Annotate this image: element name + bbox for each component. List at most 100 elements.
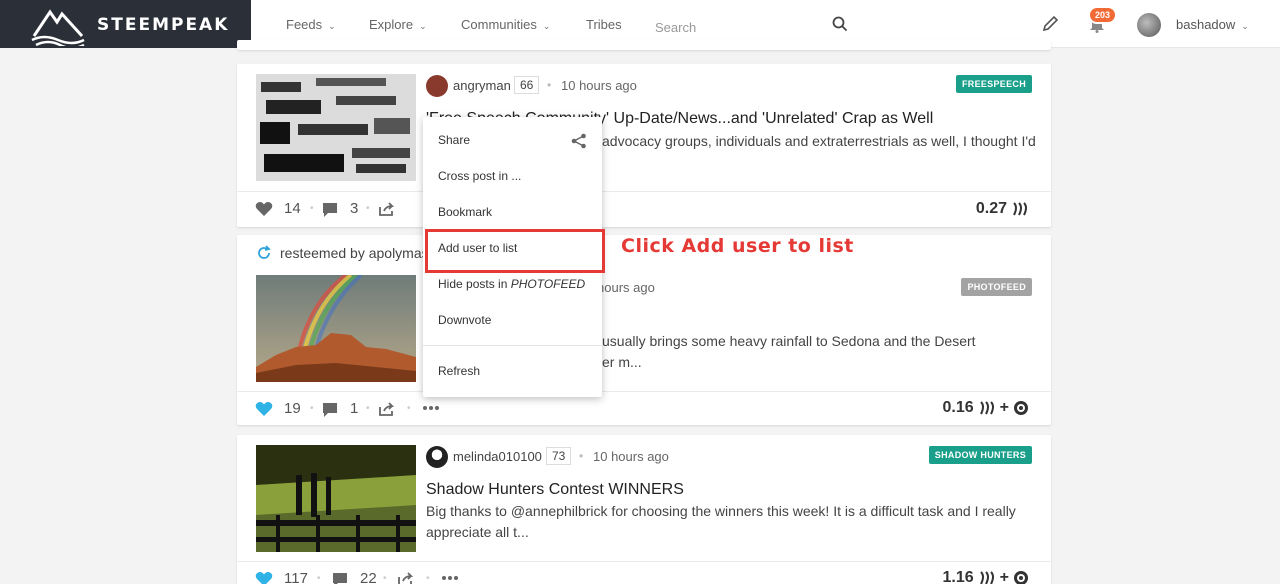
share-arrow-icon[interactable] (397, 571, 415, 584)
author-name[interactable]: melinda010100 (453, 449, 542, 464)
logo[interactable]: STEEMPEAK (0, 0, 251, 48)
payout-value: 1.16 (942, 569, 974, 584)
logo-text: STEEMPEAK (97, 15, 230, 35)
post-excerpt-continued[interactable]: er m... (602, 352, 1212, 373)
menu-item-label: Bookmark (438, 205, 493, 219)
tag-badge[interactable]: PHOTOFEED (961, 278, 1032, 296)
menu-item-label: Refresh (438, 364, 481, 378)
post-title[interactable]: Shadow Hunters Contest WINNERS (426, 481, 684, 499)
menu-item-share[interactable]: Share (423, 122, 602, 158)
separator-dot: • (310, 403, 314, 414)
highlight-box (425, 229, 605, 273)
post-excerpt[interactable]: usually brings some heavy rainfall to Se… (602, 331, 1212, 352)
instruction-annotation: Click Add user to list (621, 235, 854, 257)
post-thumbnail[interactable] (256, 74, 416, 181)
heart-icon[interactable] (255, 401, 273, 417)
nav-feeds[interactable]: Feeds ⌄ (286, 17, 336, 32)
chevron-down-icon: ⌄ (1241, 21, 1249, 31)
post-thumbnail[interactable] (256, 445, 416, 552)
divider (237, 191, 1051, 192)
menu-item-label: Share (438, 133, 471, 147)
comment-count: 22 (360, 570, 377, 584)
divider (237, 561, 1051, 562)
payout[interactable]: 0.16 + (943, 399, 1029, 417)
search-input[interactable] (655, 14, 825, 40)
chevron-down-icon: ⌄ (419, 21, 427, 31)
plus-sign: + (999, 569, 1009, 584)
separator-dot: • (310, 203, 314, 214)
nav-communities-label: Communities (461, 17, 537, 32)
reputation-badge: 73 (546, 447, 572, 465)
nav-tribes[interactable]: Tribes (586, 17, 622, 32)
nav-feeds-label: Feeds (286, 17, 323, 32)
post-excerpt[interactable]: advocacy groups, individuals and extrate… (602, 131, 1212, 152)
separator-dot: • (366, 203, 370, 214)
menu-item-cross-post[interactable]: Cross post in ... (423, 158, 602, 194)
comment-icon[interactable] (322, 202, 338, 218)
steem-icon (979, 401, 994, 415)
post-excerpt[interactable]: Big thanks to @annephilbrick for choosin… (426, 501, 1036, 543)
resteemed-by[interactable]: resteemed by apolymas (280, 245, 429, 261)
post-time: 10 hours ago (593, 449, 669, 464)
resteem-icon (258, 245, 271, 259)
like-count: 14 (284, 200, 301, 217)
search-icon[interactable] (832, 16, 848, 32)
menu-item-downvote[interactable]: Downvote (423, 302, 602, 338)
payout[interactable]: 0.27 (976, 200, 1029, 218)
more-options-icon[interactable] (423, 405, 439, 411)
menu-item-bookmark[interactable]: Bookmark (423, 194, 602, 230)
post-thumbnail[interactable] (256, 275, 416, 382)
post-time: hours ago (597, 280, 655, 295)
comment-icon[interactable] (332, 572, 348, 584)
author-name[interactable]: angryman (453, 78, 511, 93)
payout-value: 0.16 (942, 399, 974, 416)
menu-item-label: Downvote (438, 313, 492, 327)
mountain-logo-icon (31, 9, 85, 46)
comment-count: 3 (350, 200, 359, 217)
token-icon (1014, 571, 1028, 584)
resteem-line: resteemed by apolymas (256, 245, 429, 261)
tag-badge[interactable]: SHADOW HUNTERS (928, 446, 1032, 464)
separator-dot: • (579, 449, 584, 463)
tag-badge[interactable]: FREESPEECH (955, 75, 1032, 93)
post-time: 10 hours ago (561, 78, 637, 93)
comment-icon[interactable] (322, 402, 338, 418)
separator-dot: • (407, 403, 411, 414)
divider (237, 391, 1051, 392)
user-menu[interactable]: bashadow ⌄ (1176, 17, 1249, 32)
post-card: resteemed by apolymas hours ago PHOTOFEE… (237, 235, 1051, 425)
comment-count: 1 (350, 400, 359, 417)
avatar[interactable] (1137, 13, 1161, 37)
author-avatar[interactable] (426, 446, 448, 468)
username: bashadow (1176, 17, 1236, 32)
separator-dot: • (547, 78, 552, 92)
nav-explore-label: Explore (369, 17, 414, 32)
pencil-icon[interactable] (1041, 15, 1059, 33)
post-card-previous (237, 40, 1051, 50)
reputation-badge: 66 (514, 76, 540, 94)
like-count: 19 (284, 400, 301, 417)
menu-divider (423, 345, 602, 346)
separator-dot: • (366, 403, 370, 414)
steem-icon (1013, 202, 1027, 216)
separator-dot: • (383, 573, 387, 584)
share-arrow-icon[interactable] (378, 201, 396, 217)
menu-item-tag: PHOTOFEED (510, 277, 586, 291)
payout[interactable]: 1.16 + (943, 569, 1029, 584)
heart-icon[interactable] (255, 571, 273, 584)
menu-item-refresh[interactable]: Refresh (423, 353, 602, 389)
nav-tribes-label: Tribes (586, 17, 622, 32)
post-card: melinda010100 73 • 10 hours ago SHADOW H… (237, 435, 1051, 584)
notification-badge: 203 (1088, 6, 1118, 24)
share-arrow-icon[interactable] (378, 401, 396, 417)
heart-icon[interactable] (255, 201, 273, 217)
nav-explore[interactable]: Explore ⌄ (369, 17, 427, 32)
separator-dot: • (317, 573, 321, 584)
author-avatar[interactable] (426, 75, 448, 97)
share-icon (571, 133, 586, 149)
steem-icon (979, 571, 994, 584)
more-options-icon[interactable] (442, 575, 458, 581)
search-box (655, 12, 848, 42)
nav-communities[interactable]: Communities ⌄ (461, 17, 550, 32)
separator-dot: • (426, 573, 430, 584)
